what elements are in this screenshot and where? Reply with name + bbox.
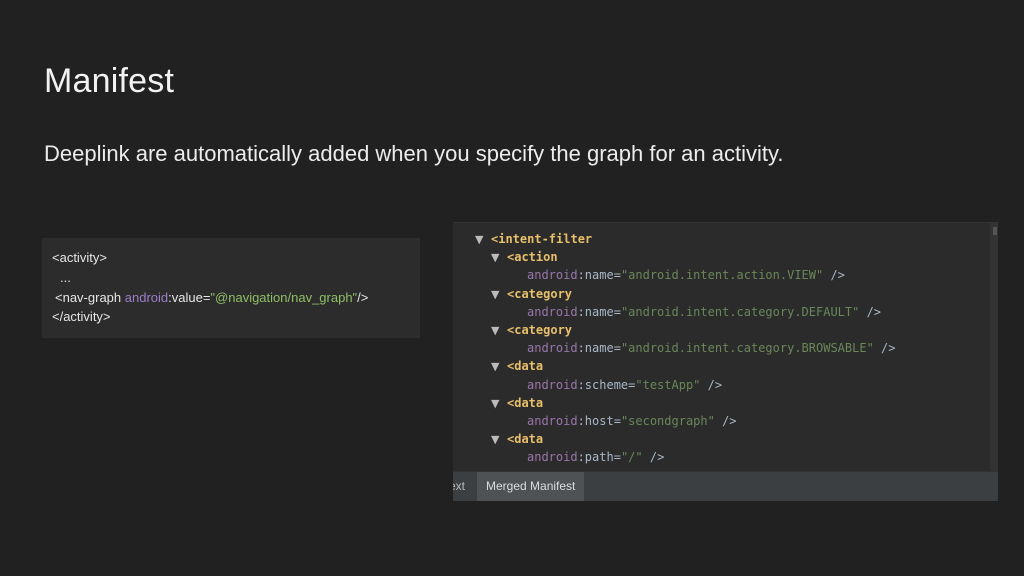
nav-graph-tag: <nav-graph xyxy=(55,290,125,305)
xml-attribute-row: android:name="android.intent.action.VIEW… xyxy=(527,266,845,284)
xml-attr-name: :host= xyxy=(577,414,621,428)
xml-attr-namespace: android xyxy=(527,414,578,428)
xml-tag: <data xyxy=(507,359,544,374)
xml-attribute-row: android:scheme="testApp" /> xyxy=(527,376,722,394)
xml-element-row[interactable]: ▼ <category xyxy=(491,285,572,303)
xml-tag-end: /> xyxy=(859,304,882,319)
editor-tab-bar: ext Merged Manifest xyxy=(453,471,998,501)
xml-attr-namespace: android xyxy=(527,341,578,356)
xml-element-row[interactable]: ▼ <data xyxy=(491,394,543,412)
collapse-triangle-icon[interactable]: ▼ xyxy=(491,395,507,413)
xml-element-row[interactable]: ▼ <data xyxy=(491,357,543,375)
xml-tag: <data xyxy=(507,432,544,447)
scrollbar-thumb[interactable] xyxy=(993,227,997,235)
collapse-triangle-icon[interactable]: ▼ xyxy=(491,249,507,267)
xml-tag: <data xyxy=(507,395,544,410)
xml-element-row[interactable]: ▼ <action xyxy=(491,248,558,266)
collapse-triangle-icon[interactable]: ▼ xyxy=(475,231,491,249)
xml-attr-namespace: android xyxy=(527,304,578,319)
ide-manifest-panel: ▼ <intent-filter ▼ <action android:name="and… xyxy=(453,222,998,501)
xml-tag: <category xyxy=(507,286,573,301)
xml-tag: <intent-filter xyxy=(491,232,593,246)
xml-attribute-row: android:name="android.intent.category.DE… xyxy=(527,303,881,321)
collapse-triangle-icon[interactable]: ▼ xyxy=(491,358,507,376)
collapse-triangle-icon[interactable]: ▼ xyxy=(491,431,507,449)
xml-attr-namespace: android xyxy=(527,268,578,283)
code-line-activity-close: </activity> xyxy=(52,309,111,324)
xml-attr-name: :name= xyxy=(577,268,621,283)
xml-attr-namespace: android xyxy=(527,377,578,392)
slide-title: Manifest xyxy=(44,62,175,100)
code-line-activity-open: <activity> xyxy=(52,250,107,265)
value-attribute: :value= xyxy=(168,290,211,305)
xml-attr-value: "android.intent.category.DEFAULT" xyxy=(620,304,860,319)
xml-tag-end: /> xyxy=(873,341,896,356)
tab-merged-manifest[interactable]: Merged Manifest xyxy=(477,472,585,501)
xml-attr-value: "android.intent.action.VIEW" xyxy=(620,268,824,283)
tab-text[interactable]: ext xyxy=(453,472,473,501)
xml-element-row[interactable]: ▼ <data xyxy=(491,430,543,448)
xml-tag: <category xyxy=(507,323,573,337)
xml-element-row[interactable]: ▼ <category xyxy=(491,321,572,339)
tag-close: /> xyxy=(357,290,369,305)
code-snippet: <activity> ... <nav-graph android:value=… xyxy=(42,238,420,338)
xml-attribute-row: android:host="secondgraph" /> xyxy=(527,412,737,430)
code-line-ellipsis: ... xyxy=(60,270,71,285)
xml-attr-value: "/" xyxy=(620,450,643,465)
xml-tag-end: /> xyxy=(700,377,723,392)
android-namespace: android xyxy=(124,290,169,305)
xml-attr-value: "secondgraph" xyxy=(620,414,715,428)
nav-graph-value: "@navigation/nav_graph" xyxy=(210,290,358,305)
xml-attr-value: "testApp" xyxy=(635,377,701,392)
xml-tag: <action xyxy=(507,250,558,265)
slide-subtitle: Deeplink are automatically added when yo… xyxy=(44,141,784,166)
collapse-triangle-icon[interactable]: ▼ xyxy=(491,286,507,304)
xml-tag-end: /> xyxy=(823,268,845,283)
xml-attr-name: :path= xyxy=(577,450,621,465)
xml-element-row[interactable]: ▼ <intent-filter xyxy=(475,230,592,248)
xml-attr-namespace: android xyxy=(527,450,578,465)
xml-tag-end: /> xyxy=(642,450,665,465)
code-line-nav-graph: <nav-graph android:value="@navigation/na… xyxy=(55,290,368,305)
xml-attr-value: "android.intent.category.BROWSABLE" xyxy=(620,341,874,356)
xml-attr-name: :scheme= xyxy=(577,377,636,392)
xml-attribute-row: android:name="android.intent.category.BR… xyxy=(527,339,896,357)
vertical-scrollbar[interactable] xyxy=(990,223,998,471)
xml-tag-end: /> xyxy=(714,414,737,428)
xml-attribute-row: android:path="/" /> xyxy=(527,448,664,466)
xml-attr-name: :name= xyxy=(577,341,621,356)
collapse-triangle-icon[interactable]: ▼ xyxy=(491,322,507,340)
xml-attr-name: :name= xyxy=(577,304,621,319)
